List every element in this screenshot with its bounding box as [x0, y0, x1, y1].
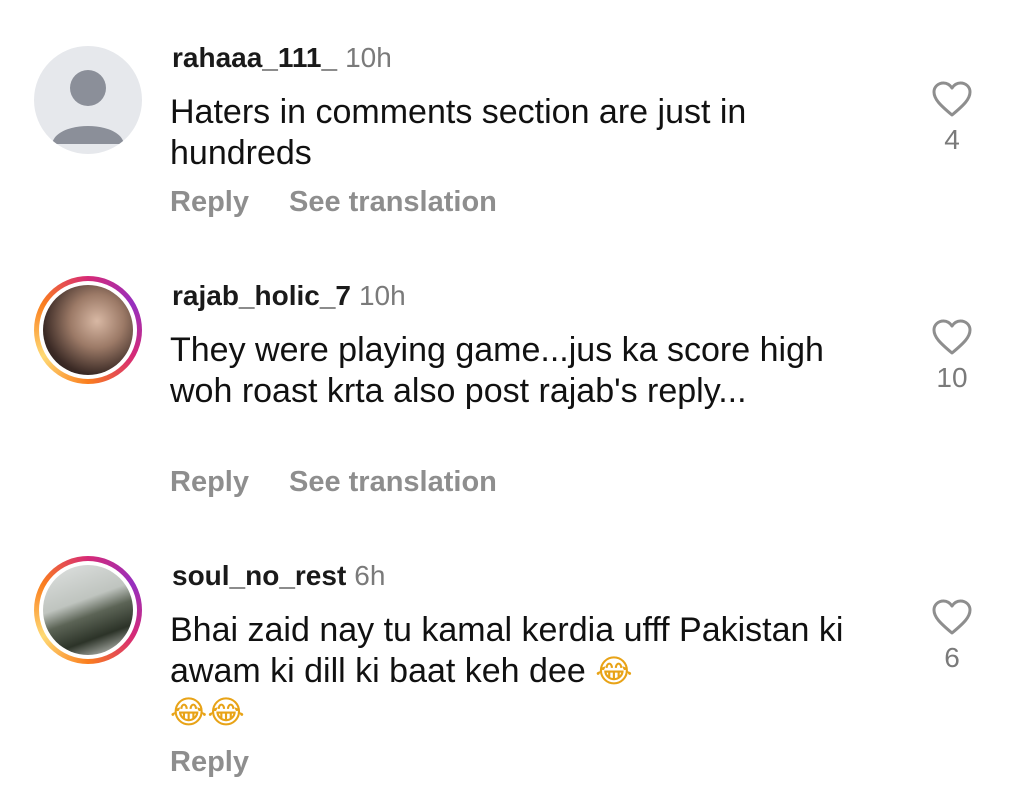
like-count: 4: [944, 124, 960, 155]
comment-time: 10h: [358, 280, 406, 311]
comment-text: Bhai zaid nay tu kamal kerdia ufff Pakis…: [170, 610, 890, 733]
heart-outline-icon[interactable]: [931, 598, 973, 636]
see-translation-button[interactable]: See translation: [289, 466, 497, 498]
like-area: 4: [920, 80, 984, 156]
comment-actions: Reply See translation: [170, 186, 537, 219]
reply-button[interactable]: Reply: [170, 466, 249, 498]
like-area: 6: [920, 598, 984, 674]
avatar-photo: [43, 285, 133, 375]
see-translation-button[interactable]: See translation: [289, 186, 497, 218]
heart-outline-icon[interactable]: [931, 318, 973, 356]
avatar[interactable]: [34, 556, 142, 664]
comment-time: 10h: [345, 42, 392, 73]
comment-actions: Reply: [170, 746, 289, 779]
laughing-emoji: 😂: [595, 652, 633, 690]
reply-button[interactable]: Reply: [170, 186, 249, 218]
heart-outline-icon[interactable]: [931, 80, 973, 118]
user-silhouette-icon: [52, 70, 124, 144]
laughing-emoji-row: 😂😂: [170, 693, 245, 731]
comment-time: 6h: [354, 560, 386, 591]
comment-author[interactable]: rajab_holic_7 10h: [172, 280, 406, 312]
like-area: 10: [920, 318, 984, 394]
avatar[interactable]: [34, 46, 142, 154]
comment-text: They were playing game...jus ka score hi…: [170, 331, 824, 410]
avatar[interactable]: [34, 276, 142, 384]
like-count: 10: [936, 362, 968, 393]
like-count: 6: [944, 642, 960, 673]
reply-button[interactable]: Reply: [170, 746, 249, 778]
comment-author[interactable]: soul_no_rest 6h: [172, 560, 385, 592]
avatar-photo: [43, 565, 133, 655]
comment-text: Haters in comments section are just in h…: [170, 93, 747, 172]
comment-actions: Reply See translation: [170, 466, 537, 499]
comment-text-body: Bhai zaid nay tu kamal kerdia ufff Pakis…: [170, 611, 844, 690]
comment-author[interactable]: rahaaa_111_ 10h: [172, 42, 392, 74]
